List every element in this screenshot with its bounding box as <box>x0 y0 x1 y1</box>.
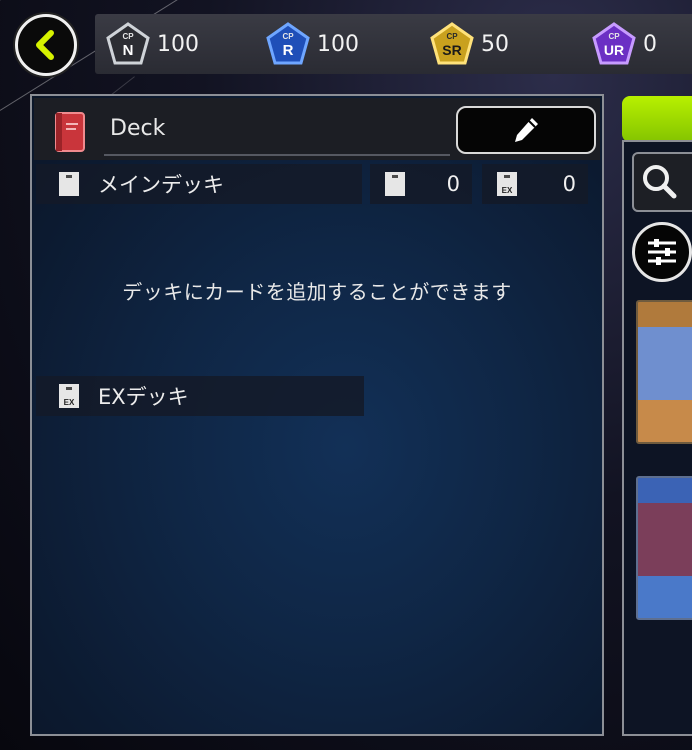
cp-sr: CP SR 50 <box>429 22 509 66</box>
empty-deck-message: デッキにカードを追加することができます <box>122 280 512 304</box>
cp-sr-value: 50 <box>481 31 509 57</box>
sliders-icon <box>648 239 676 265</box>
pencil-icon <box>515 118 538 142</box>
card-search-input[interactable] <box>632 152 692 212</box>
card-list-tab[interactable] <box>622 96 692 142</box>
back-button[interactable] <box>15 14 77 76</box>
cp-ur: CP UR 0 <box>591 22 657 66</box>
cp-bar: CP N 100 CP R 100 CP SR 50 CP UR 0 <box>95 14 692 74</box>
cp-r-icon: CP R <box>266 22 310 65</box>
deck-name-underline <box>104 154 450 156</box>
ex-count-box: EX 0 <box>482 164 588 204</box>
ex-card-icon: EX <box>59 384 79 408</box>
svg-text:N: N <box>123 42 134 59</box>
main-deck-header: メインデッキ <box>36 164 362 204</box>
cp-r-value: 100 <box>317 31 359 57</box>
cp-n-value: 100 <box>157 31 199 57</box>
ex-deck-header: EX EXデッキ <box>36 376 364 416</box>
search-icon <box>643 165 677 199</box>
card-thumbnail[interactable] <box>636 476 692 620</box>
deck-box-icon <box>55 112 85 152</box>
deck-header: Deck <box>34 98 600 160</box>
cp-ur-value: 0 <box>643 31 657 57</box>
card-icon <box>385 172 405 196</box>
svg-text:CP: CP <box>446 32 458 41</box>
chevron-left-icon <box>36 30 54 60</box>
svg-text:CP: CP <box>608 32 620 41</box>
cp-ur-icon: CP UR <box>592 22 636 65</box>
ex-deck-label: EXデッキ <box>98 385 189 409</box>
ex-deck-count: 0 <box>562 172 576 196</box>
svg-text:EX: EX <box>502 186 513 195</box>
card-icon <box>59 172 79 196</box>
svg-text:CP: CP <box>122 32 134 41</box>
deck-name[interactable]: Deck <box>110 116 165 141</box>
main-deck-count: 0 <box>446 172 460 196</box>
main-deck-label: メインデッキ <box>98 173 224 197</box>
svg-text:UR: UR <box>604 42 624 58</box>
svg-text:R: R <box>283 42 294 59</box>
svg-text:CP: CP <box>282 32 294 41</box>
edit-deck-button[interactable] <box>456 106 596 154</box>
cp-sr-icon: CP SR <box>430 22 474 65</box>
cp-n-icon: CP N <box>106 22 150 65</box>
card-thumbnail[interactable] <box>636 300 692 444</box>
cp-n: CP N 100 <box>105 22 199 66</box>
cp-r: CP R 100 <box>265 22 359 66</box>
svg-text:EX: EX <box>64 398 75 407</box>
main-count-box: 0 <box>370 164 472 204</box>
svg-text:SR: SR <box>442 42 461 58</box>
ex-card-icon: EX <box>497 172 517 196</box>
filter-button[interactable] <box>632 222 692 282</box>
deck-panel: Deck メインデッキ 0 EX 0 デッキにカードを追加することができます E… <box>30 94 604 736</box>
